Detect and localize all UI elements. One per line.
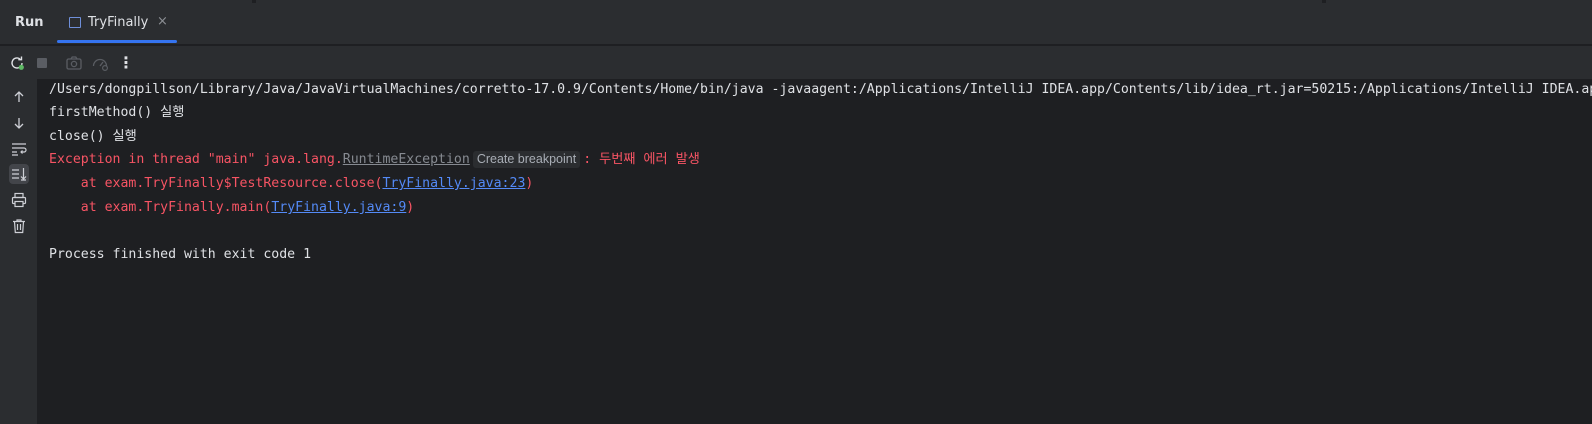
exception-message: : 두번째 에러 발생 bbox=[583, 152, 700, 167]
console-output[interactable]: /Users/dongpillson/Library/Java/JavaVirt… bbox=[37, 79, 1592, 424]
tab-label: TryFinally bbox=[88, 15, 149, 30]
stop-icon bbox=[37, 58, 47, 68]
stack-frame-suffix: ) bbox=[406, 200, 415, 215]
arrow-down-icon bbox=[14, 118, 24, 129]
rerun-icon bbox=[11, 56, 24, 70]
stack-frame-text: at exam.TryFinally$TestResource.close( bbox=[49, 176, 383, 191]
stack-frame-text: at exam.TryFinally.main( bbox=[49, 200, 272, 215]
stop-button[interactable] bbox=[32, 53, 52, 73]
stack-frame-suffix: ) bbox=[525, 176, 534, 191]
tab-tryfinally[interactable]: TryFinally × bbox=[57, 3, 177, 45]
output-line: close() 실행 bbox=[49, 129, 137, 144]
tab-bar: Run TryFinally × bbox=[0, 3, 1592, 45]
source-link[interactable]: TryFinally.java:23 bbox=[382, 176, 525, 191]
exception-class-link[interactable]: RuntimeException bbox=[343, 152, 470, 167]
trash-icon bbox=[13, 219, 25, 234]
exception-line: Exception in thread "main" java.lang.Run… bbox=[49, 150, 700, 170]
scroll-to-end-button[interactable] bbox=[9, 164, 29, 184]
screenshot-button[interactable] bbox=[64, 53, 84, 73]
process-exit-line: Process finished with exit code 1 bbox=[49, 247, 312, 262]
exception-prefix: Exception in thread "main" java.lang. bbox=[49, 152, 343, 167]
profiler-button[interactable] bbox=[90, 53, 110, 73]
application-icon bbox=[69, 17, 81, 28]
down-stack-trace-button[interactable] bbox=[9, 113, 29, 133]
up-stack-trace-button[interactable] bbox=[9, 87, 29, 107]
console-gutter bbox=[0, 79, 37, 424]
stack-trace-line: at exam.TryFinally.main(TryFinally.java:… bbox=[49, 198, 415, 218]
tool-window-title: Run bbox=[15, 15, 44, 30]
clear-all-button[interactable] bbox=[9, 216, 29, 236]
print-button[interactable] bbox=[9, 190, 29, 210]
run-toolbar: ⋮ bbox=[0, 46, 1592, 79]
close-tab-icon[interactable]: × bbox=[157, 14, 168, 29]
rerun-button[interactable] bbox=[7, 53, 27, 73]
arrow-up-icon bbox=[14, 91, 24, 102]
create-breakpoint-button[interactable]: Create breakpoint bbox=[472, 151, 581, 168]
more-options-icon[interactable]: ⋮ bbox=[116, 53, 136, 73]
scroll-to-end-icon bbox=[12, 168, 27, 181]
source-link[interactable]: TryFinally.java:9 bbox=[271, 200, 406, 215]
stack-trace-line: at exam.TryFinally$TestResource.close(Tr… bbox=[49, 174, 534, 194]
output-line: firstMethod() 실행 bbox=[49, 105, 185, 120]
soft-wrap-icon bbox=[12, 143, 27, 156]
active-tab-indicator bbox=[57, 40, 177, 43]
profiler-icon bbox=[92, 58, 109, 72]
print-icon bbox=[11, 192, 27, 208]
screenshot-icon bbox=[66, 56, 82, 70]
soft-wrap-button[interactable] bbox=[9, 139, 29, 159]
command-line: /Users/dongpillson/Library/Java/JavaVirt… bbox=[49, 82, 1592, 97]
